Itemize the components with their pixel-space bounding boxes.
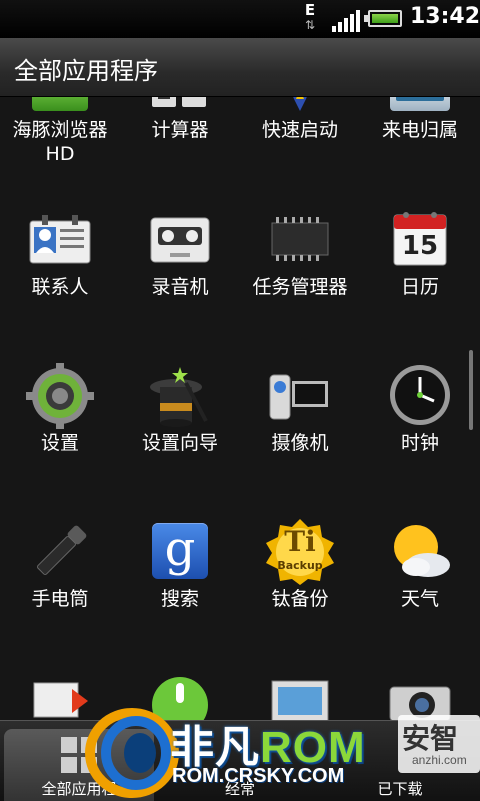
app-label: 联系人: [31, 276, 89, 298]
signal-icon: [332, 10, 360, 32]
status-clock: 13:42: [410, 4, 480, 29]
app-calendar[interactable]: 15 日历: [360, 207, 480, 357]
app-recorder[interactable]: 录音机: [120, 207, 240, 357]
app-label: 设置向导: [141, 432, 218, 454]
app-label: 钛备份: [271, 588, 329, 610]
gear-icon: [26, 363, 94, 429]
search-glyph: g: [164, 521, 196, 577]
app-flashlight[interactable]: 手电筒: [0, 519, 120, 669]
watermark-subtitle: ROM.CRSKY.COM: [172, 765, 345, 787]
badge-subtitle: Backup: [277, 559, 323, 572]
google-search-icon: g: [152, 521, 208, 579]
quick-launch-icon: [278, 97, 322, 113]
network-indicator: E ⇅: [298, 2, 322, 36]
app-camcorder[interactable]: 摄像机: [240, 363, 360, 513]
flashlight-icon: [28, 521, 92, 583]
app-search[interactable]: g 搜索: [120, 519, 240, 669]
data-activity-icon: ⇅: [304, 18, 316, 32]
app-label: 任务管理器: [252, 276, 348, 298]
app-label: 搜索: [160, 588, 199, 610]
app-grid[interactable]: 海豚浏览器 HD 计算器 快速启动 来电归属 联系人 录音机 任务管理器 15 …: [0, 97, 480, 720]
watermark: 非凡ROM ROM.CRSKY.COM 安智 anzhi.com: [80, 695, 480, 800]
caller-location-icon: [390, 97, 450, 111]
recorder-icon: [150, 217, 210, 263]
status-bar: E ⇅ 13:42: [0, 0, 480, 38]
clock-icon: [388, 363, 452, 427]
app-label: 日历: [400, 276, 439, 298]
page-title: 全部应用程序: [14, 57, 158, 85]
anzhi-text: 安智: [402, 722, 459, 755]
contacts-icon: [28, 213, 92, 265]
scrollbar[interactable]: [469, 350, 473, 430]
app-weather[interactable]: 天气: [360, 519, 480, 669]
app-titanium-backup[interactable]: Ti Backup 钛备份: [240, 519, 360, 669]
title-bar: 全部应用程序: [0, 38, 480, 97]
app-label: 设置: [40, 432, 79, 454]
app-label: 天气: [400, 588, 439, 610]
badge-title: Ti: [284, 525, 316, 558]
calculator-icon: [152, 97, 208, 109]
app-label: 来电归属: [381, 119, 458, 141]
app-label: 时钟: [400, 432, 439, 454]
app-label: 手电筒: [31, 588, 89, 610]
titanium-backup-icon: Ti Backup: [264, 519, 336, 585]
calendar-day: 15: [401, 231, 439, 261]
app-setup-wizard[interactable]: 设置向导: [120, 363, 240, 513]
task-manager-icon: [268, 213, 332, 265]
app-label: 海豚浏览器 HD: [12, 119, 108, 165]
app-contacts[interactable]: 联系人: [0, 207, 120, 357]
setup-wizard-icon: [146, 363, 214, 429]
app-label: 快速启动: [261, 119, 338, 141]
anzhi-url: anzhi.com: [412, 753, 467, 767]
calendar-icon: 15: [392, 209, 448, 267]
weather-icon: [386, 521, 454, 583]
anzhi-watermark: 安智 anzhi.com: [398, 715, 480, 773]
app-clock[interactable]: 时钟: [360, 363, 480, 513]
app-label: 摄像机: [271, 432, 329, 454]
app-task-manager[interactable]: 任务管理器: [240, 207, 360, 357]
app-settings[interactable]: 设置: [0, 363, 120, 513]
app-label: 计算器: [151, 119, 209, 141]
camcorder-icon: [268, 369, 332, 423]
watermark-logo-icon: [85, 708, 179, 798]
dolphin-browser-icon: [32, 97, 88, 111]
app-label: 录音机: [151, 276, 209, 298]
battery-icon: [364, 10, 402, 27]
network-type: E: [304, 1, 316, 19]
